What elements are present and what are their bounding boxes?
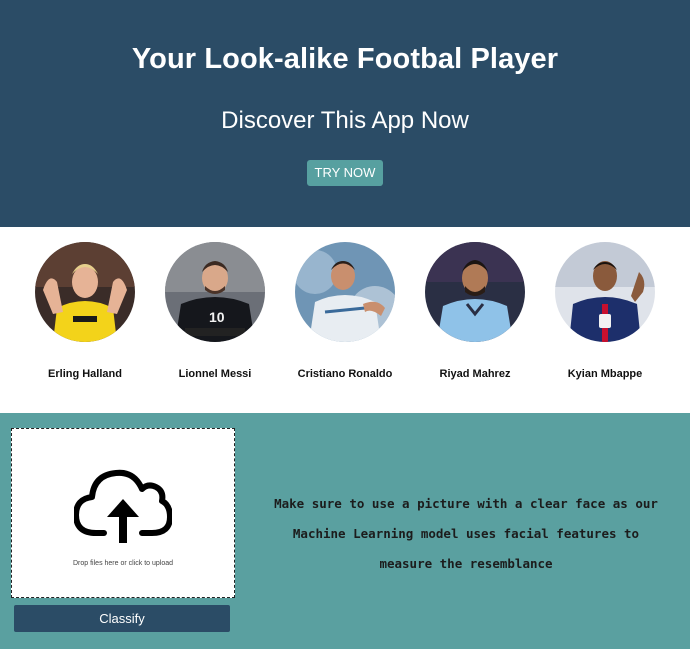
dropzone-text: Drop files here or click to upload <box>73 560 173 567</box>
player-photo-mahrez <box>425 242 525 342</box>
classify-button[interactable]: Classify <box>14 605 230 632</box>
player-name: Lionnel Messi <box>178 368 252 380</box>
player-card-messi: 10 Lionnel Messi <box>150 242 280 380</box>
player-card-mahrez: Riyad Mahrez <box>410 242 540 380</box>
players-gallery: Erling Halland 10 Lionnel Messi Cristian… <box>0 227 690 413</box>
file-dropzone[interactable]: Drop files here or click to upload <box>11 428 235 598</box>
player-name: Cristiano Ronaldo <box>297 368 393 380</box>
instructions-line: Machine Learning model uses facial featu… <box>292 526 640 541</box>
player-photo-mbappe <box>555 242 655 342</box>
hero-banner: Your Look-alike Footbal Player Discover … <box>0 0 690 227</box>
hero-subtitle: Discover This App Now <box>221 107 469 134</box>
player-name: Erling Halland <box>48 368 122 380</box>
player-photo-ronaldo <box>295 242 395 342</box>
player-name: Kyian Mbappe <box>567 368 643 380</box>
instructions-line: Make sure to use a picture with a clear … <box>274 496 658 511</box>
player-photo-haaland <box>35 242 135 342</box>
instructions-line: measure the resemblance <box>379 556 553 571</box>
try-now-button[interactable]: TRY NOW <box>307 160 383 186</box>
player-card-haaland: Erling Halland <box>20 242 150 380</box>
cloud-upload-icon <box>74 469 172 543</box>
player-name: Riyad Mahrez <box>439 368 511 380</box>
svg-text:10: 10 <box>209 309 225 325</box>
page-title: Your Look-alike Footbal Player <box>131 43 559 75</box>
player-photo-messi: 10 <box>165 242 265 342</box>
instructions-text: Make sure to use a picture with a clear … <box>246 489 686 579</box>
player-card-mbappe: Kyian Mbappe <box>540 242 670 380</box>
player-card-ronaldo: Cristiano Ronaldo <box>280 242 410 380</box>
upload-section: Drop files here or click to upload Class… <box>0 413 690 649</box>
